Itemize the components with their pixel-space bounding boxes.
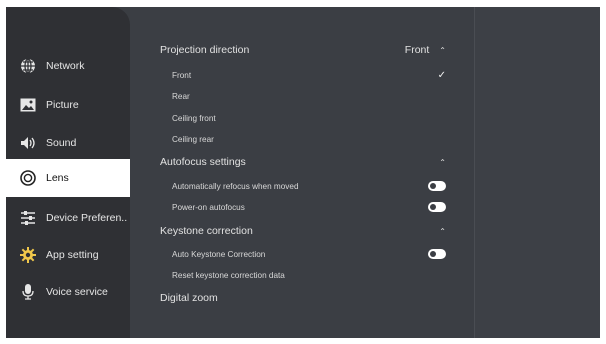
sliders-icon xyxy=(20,210,36,226)
sidebar-item-picture[interactable]: Picture xyxy=(6,86,130,124)
sidebar-item-lens[interactable]: Lens xyxy=(6,159,130,197)
keystone-correction-title: Keystone correction xyxy=(160,225,253,237)
microphone-icon xyxy=(20,284,36,300)
power-on-autofocus-row[interactable]: Power-on autofocus xyxy=(172,198,446,216)
screen: Network Picture Sound Lens Device Prefer xyxy=(6,7,600,338)
option-label: Front xyxy=(172,70,192,80)
auto-refocus-toggle[interactable] xyxy=(428,181,446,191)
auto-keystone-label: Auto Keystone Correction xyxy=(172,249,266,259)
globe-icon xyxy=(20,58,36,74)
auto-refocus-label: Automatically refocus when moved xyxy=(172,181,299,191)
sidebar-item-label: Sound xyxy=(46,137,77,149)
chevron-up-icon: ⌃ xyxy=(439,226,446,236)
chevron-up-icon: ⌃ xyxy=(439,157,446,167)
digital-zoom-row[interactable]: Digital zoom xyxy=(160,289,446,307)
keystone-correction-row[interactable]: Keystone correction ⌃ xyxy=(160,222,446,240)
chevron-up-icon: ⌃ xyxy=(439,45,446,55)
sidebar-item-label: Device Preferen.. xyxy=(46,212,128,224)
gear-icon xyxy=(20,247,36,263)
option-label: Rear xyxy=(172,91,190,101)
sidebar-item-label: Voice service xyxy=(46,286,108,298)
auto-refocus-row[interactable]: Automatically refocus when moved xyxy=(172,177,446,195)
option-label: Ceiling rear xyxy=(172,134,214,144)
sidebar-item-device-preferences[interactable]: Device Preferen.. xyxy=(6,199,130,237)
option-front[interactable]: Front ✓ xyxy=(172,66,446,84)
sidebar-item-voice-service[interactable]: Voice service xyxy=(6,273,130,311)
option-ceiling-front[interactable]: Ceiling front xyxy=(172,109,446,127)
projection-direction-row[interactable]: Projection direction Front ⌃ xyxy=(160,41,446,59)
sidebar-item-network[interactable]: Network xyxy=(6,47,130,85)
reset-keystone-row[interactable]: Reset keystone correction data xyxy=(172,266,446,284)
option-ceiling-rear[interactable]: Ceiling rear xyxy=(172,130,446,148)
sidebar-item-label: Picture xyxy=(46,99,79,111)
sidebar-item-label: Network xyxy=(46,60,85,72)
checkmark-icon: ✓ xyxy=(437,69,446,81)
power-on-autofocus-label: Power-on autofocus xyxy=(172,202,245,212)
sidebar: Network Picture Sound Lens Device Prefer xyxy=(6,7,130,338)
auto-keystone-toggle[interactable] xyxy=(428,249,446,259)
sidebar-item-sound[interactable]: Sound xyxy=(6,124,130,162)
reset-keystone-label: Reset keystone correction data xyxy=(172,270,285,280)
autofocus-settings-row[interactable]: Autofocus settings ⌃ xyxy=(160,153,446,171)
option-rear[interactable]: Rear xyxy=(172,87,446,105)
autofocus-settings-title: Autofocus settings xyxy=(160,156,246,168)
projection-direction-value: Front xyxy=(404,44,430,56)
projection-direction-title: Projection direction xyxy=(160,44,250,56)
power-on-autofocus-toggle[interactable] xyxy=(428,202,446,212)
option-label: Ceiling front xyxy=(172,113,216,123)
sidebar-item-label: Lens xyxy=(46,172,69,184)
preview-area xyxy=(474,7,600,338)
auto-keystone-row[interactable]: Auto Keystone Correction xyxy=(172,245,446,263)
sidebar-item-label: App setting xyxy=(46,249,99,261)
picture-icon xyxy=(20,97,36,113)
lens-icon xyxy=(20,170,36,186)
sidebar-item-app-setting[interactable]: App setting xyxy=(6,236,130,274)
lens-settings-panel: Projection direction Front ⌃ Front ✓ Rea… xyxy=(130,7,474,338)
speaker-icon xyxy=(20,135,36,151)
digital-zoom-title: Digital zoom xyxy=(160,292,218,304)
